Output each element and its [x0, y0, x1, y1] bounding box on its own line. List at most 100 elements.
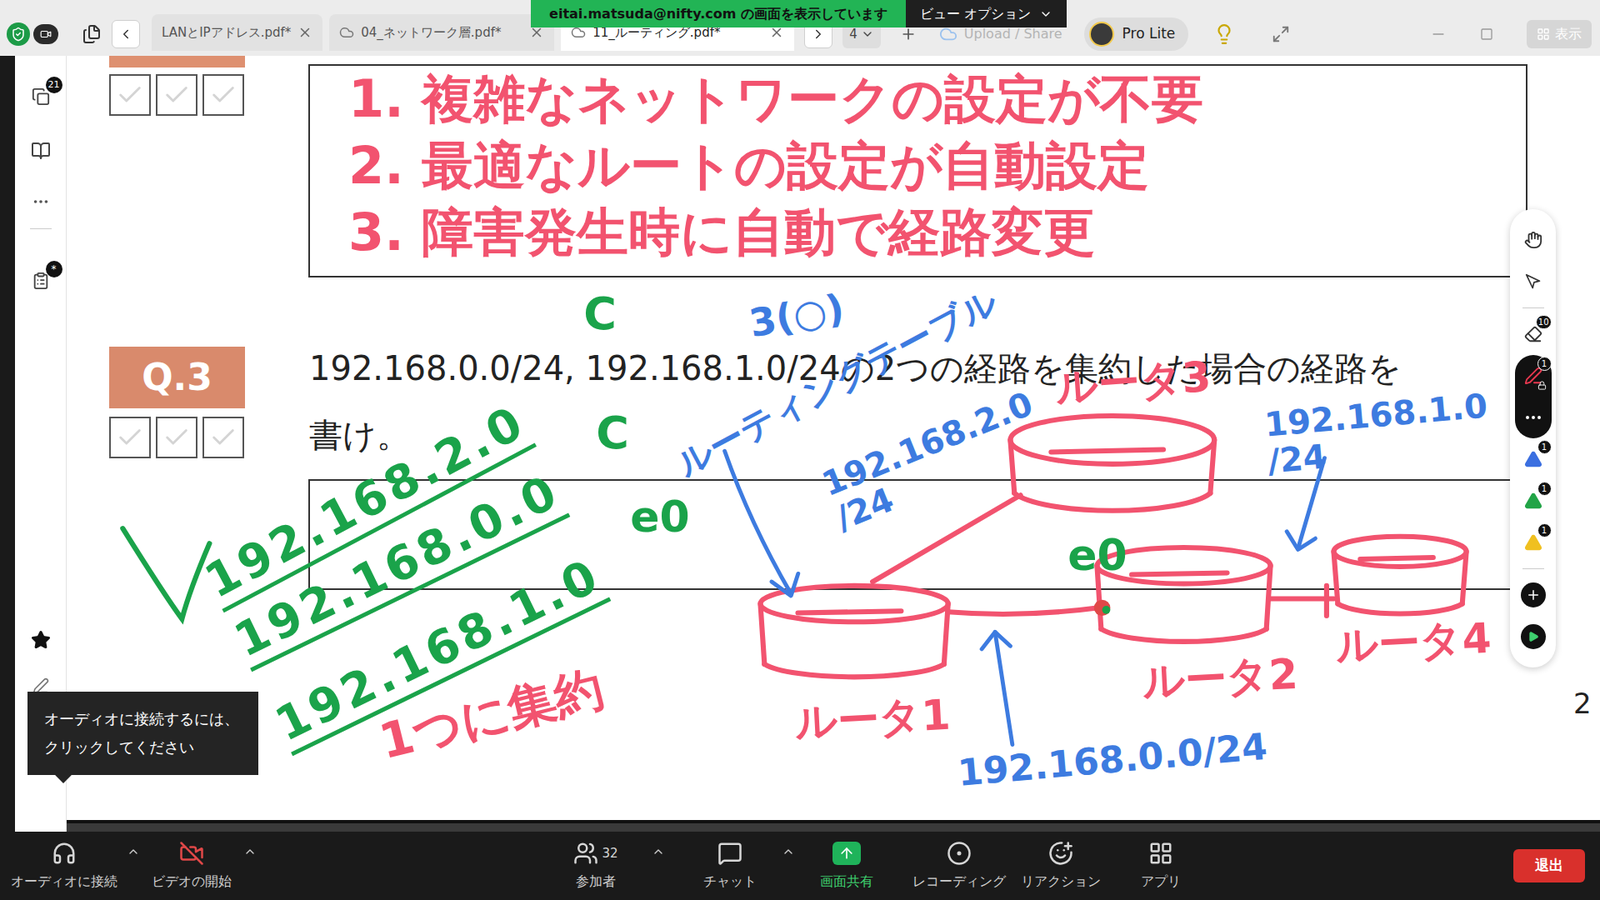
- video-off-icon: [179, 840, 205, 866]
- share-banner: eitai.matsuda@nifty.com の画面を表示していますビュー オ…: [530, 0, 1067, 28]
- document-tab[interactable]: 04_ネットワーク層.pdf*: [329, 14, 555, 51]
- comments-icon: [31, 271, 50, 290]
- apps-icon: [1148, 840, 1174, 866]
- control-label: チャット: [703, 871, 757, 892]
- tick-icon: [209, 423, 238, 452]
- annotation-tool[interactable]: [1515, 396, 1552, 439]
- check-boxes: [109, 74, 245, 116]
- tool-badge: 1: [1537, 440, 1552, 455]
- control-label: レコーディング: [912, 871, 1006, 892]
- check-box[interactable]: [202, 416, 245, 459]
- check-box[interactable]: [109, 416, 151, 459]
- expand-icon[interactable]: [1271, 17, 1290, 51]
- annotation-tool[interactable]: [1515, 615, 1552, 658]
- avatar-icon: [1089, 21, 1115, 47]
- headphones-icon: [51, 840, 77, 866]
- control-menu[interactable]: [125, 845, 142, 887]
- control-menu[interactable]: [650, 845, 667, 887]
- handwritten-note: ルータ2: [1140, 651, 1299, 706]
- sharing-notice: eitai.matsuda@nifty.com の画面を表示しています: [530, 0, 906, 28]
- control-label: オーディオに接続: [10, 871, 118, 892]
- meeting-control[interactable]: チャット: [680, 840, 780, 892]
- meeting-control[interactable]: 画面共有: [796, 840, 897, 892]
- handwritten-note: e0: [630, 493, 690, 541]
- check-box[interactable]: [202, 74, 245, 116]
- annotation-tool[interactable]: 10: [1515, 313, 1552, 355]
- link-line: [1270, 596, 1335, 602]
- handwritten-note: C: [583, 289, 617, 339]
- handwritten-note: 192.168.2.0/24: [816, 385, 1052, 537]
- audio-tooltip: オーディオに接続するには、クリックしてください: [27, 691, 259, 775]
- app-status: [0, 17, 67, 51]
- tick-icon: [209, 80, 238, 110]
- meeting-control[interactable]: リアクション: [1013, 840, 1109, 892]
- router-cylinder: [1333, 536, 1466, 615]
- arrow-line: [995, 631, 1013, 745]
- chevron-down-icon: [860, 27, 875, 41]
- pages-badge: 21: [45, 76, 63, 94]
- page-canvas: 1. 複雑なネットワークの設定が不要2. 最適なルートの設定が自動設定3. 障害…: [66, 55, 1600, 820]
- page-bottom-edge: [66, 820, 1600, 832]
- meeting-control[interactable]: ビデオの開始: [141, 840, 242, 892]
- view-options-button[interactable]: ビュー オプション: [905, 0, 1067, 28]
- plan-badge[interactable]: Pro Lite: [1084, 17, 1190, 51]
- pages-button[interactable]: 21: [24, 80, 58, 114]
- toolbar-divider: [1522, 568, 1545, 570]
- control-menu[interactable]: [241, 845, 259, 887]
- annotation-tool[interactable]: [1515, 574, 1552, 616]
- annotation-tool[interactable]: 1: [1515, 355, 1552, 397]
- show-button[interactable]: 表示: [1526, 20, 1592, 49]
- cloud-icon: [339, 25, 355, 40]
- restore-icon[interactable]: [1480, 27, 1494, 41]
- sidebar-divider: [30, 228, 52, 230]
- tab-label: 04_ネットワーク層.pdf*: [360, 23, 501, 43]
- close-icon[interactable]: [297, 25, 313, 40]
- pdf-page: 1. 複雑なネットワークの設定が不要2. 最適なルートの設定が自動設定3. 障害…: [66, 55, 1600, 832]
- more-button[interactable]: [24, 185, 58, 219]
- annotation-tool[interactable]: 1: [1515, 438, 1552, 480]
- meeting-control[interactable]: アプリ: [1113, 840, 1209, 892]
- documents-icon[interactable]: [81, 17, 102, 51]
- check-box[interactable]: [109, 74, 151, 116]
- handwritten-answer: 1. 複雑なネットワークの設定が不要: [348, 65, 1526, 133]
- tab-label: LANとIPアドレス.pdf*: [161, 23, 291, 43]
- previous-tab-button[interactable]: [111, 20, 140, 49]
- handwritten-note: e0: [1067, 531, 1127, 580]
- control-label: 参加者: [575, 871, 616, 892]
- handwritten-note: 192.168.1.0/24: [1263, 386, 1493, 480]
- favorite-button[interactable]: [24, 623, 58, 657]
- book-icon: [30, 140, 51, 161]
- check-box[interactable]: [155, 74, 198, 116]
- control-menu[interactable]: [780, 845, 797, 887]
- minimize-icon[interactable]: [1430, 25, 1447, 43]
- annotation-tool[interactable]: 1: [1515, 521, 1552, 564]
- meeting-control[interactable]: 32 参加者: [541, 840, 650, 892]
- document-tab[interactable]: LANとIPアドレス.pdf*: [151, 14, 323, 51]
- comments-button[interactable]: *: [24, 264, 58, 298]
- bookmarks-button[interactable]: [24, 134, 58, 168]
- link-tick: [1324, 585, 1330, 616]
- question-label: [109, 55, 245, 68]
- shape-icon: [1524, 533, 1543, 552]
- annotation-tool[interactable]: [1515, 219, 1552, 261]
- hand-icon: [1524, 230, 1543, 250]
- meeting-control[interactable]: レコーディング: [905, 840, 1014, 892]
- annotation-tool[interactable]: 1: [1515, 480, 1552, 522]
- chevron-down-icon: [1039, 7, 1053, 21]
- window-controls: 表示: [1430, 17, 1592, 51]
- participant-count: 32: [601, 844, 618, 864]
- interface-dot: [1102, 605, 1111, 615]
- meeting-controls: オーディオに接続 ビデオの開始 32 参加者 チャット 画面共有レコーディングリアクション…: [0, 831, 1600, 900]
- more-icon: [31, 192, 50, 211]
- more-icon: [1523, 407, 1544, 428]
- participants-icon: [573, 840, 599, 866]
- cloud-upload-icon: [939, 25, 958, 44]
- meeting-control[interactable]: オーディオに接続: [3, 840, 125, 892]
- lightbulb-icon[interactable]: [1213, 17, 1235, 51]
- check-box[interactable]: [155, 416, 198, 459]
- annotation-tool[interactable]: [1515, 260, 1552, 303]
- leave-button[interactable]: 退出: [1513, 849, 1585, 883]
- pen-icon: [1524, 366, 1543, 385]
- arrow-line: [725, 450, 792, 594]
- check-stroke: [122, 528, 210, 620]
